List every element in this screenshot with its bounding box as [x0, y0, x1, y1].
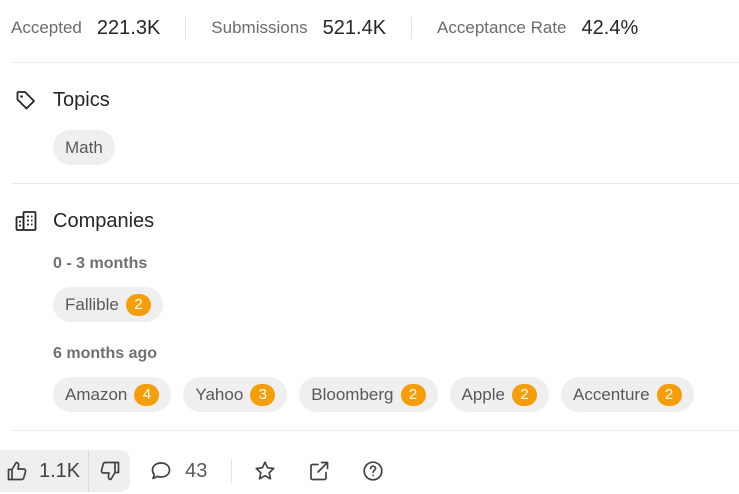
companies-header[interactable]: Companies — [14, 209, 154, 233]
comment-count: 43 — [185, 459, 208, 482]
company-count-badge: 2 — [511, 383, 537, 406]
company-count-badge: 2 — [400, 383, 426, 406]
company-name: Yahoo — [195, 384, 244, 404]
divider — [11, 62, 739, 63]
company-name: Accenture — [572, 384, 650, 404]
company-tag-apple[interactable]: Apple 2 — [449, 377, 549, 412]
company-count-badge: 3 — [250, 383, 276, 406]
divider — [11, 183, 739, 184]
star-icon — [255, 461, 275, 480]
help-button[interactable] — [361, 459, 385, 483]
accepted-stat: Accepted 221.3K — [11, 17, 160, 40]
vote-group: 1.1K — [0, 450, 131, 492]
topic-tag-math[interactable]: Math — [53, 130, 115, 165]
comments-button[interactable]: 43 — [149, 459, 207, 483]
stat-separator — [185, 17, 187, 39]
comment-icon — [151, 462, 171, 480]
share-icon — [310, 461, 329, 481]
footer-separator — [231, 459, 233, 483]
company-tag-fallible[interactable]: Fallible 2 — [53, 287, 163, 322]
thumbs-up-icon — [7, 461, 27, 481]
dislike-button[interactable] — [89, 450, 130, 492]
period-label: 0 - 3 months — [53, 255, 148, 272]
favorite-button[interactable] — [253, 459, 277, 483]
submissions-value: 521.4K — [322, 16, 387, 39]
building-icon — [15, 211, 37, 231]
company-name: Amazon — [65, 384, 128, 404]
stat-separator — [411, 17, 413, 39]
company-name: Bloomberg — [311, 384, 394, 404]
company-tag-bloomberg[interactable]: Bloomberg 2 — [299, 377, 438, 412]
accepted-value: 221.3K — [96, 16, 161, 39]
company-tag-yahoo[interactable]: Yahoo 3 — [183, 377, 288, 412]
company-count-badge: 2 — [125, 293, 151, 316]
acceptance-rate-stat: Acceptance Rate 42.4% — [437, 17, 638, 40]
company-tag-amazon[interactable]: Amazon 4 — [53, 377, 172, 412]
company-name: Fallible — [65, 294, 119, 314]
acceptance-rate-label: Acceptance Rate — [437, 18, 567, 37]
tag-icon — [16, 91, 35, 110]
company-tag-accenture[interactable]: Accenture 2 — [560, 377, 694, 412]
period-label: 6 months ago — [53, 345, 158, 362]
divider — [11, 430, 739, 431]
companies-title: Companies — [53, 209, 155, 232]
company-name: Apple — [461, 384, 505, 404]
problem-actions-bar: 1.1K 43 — [0, 450, 385, 492]
submissions-label: Submissions — [211, 18, 308, 37]
company-count-badge: 4 — [134, 383, 160, 406]
acceptance-rate-value: 42.4% — [581, 16, 639, 39]
submission-stats: Accepted 221.3K Submissions 521.4K Accep… — [11, 12, 638, 44]
like-button[interactable]: 1.1K — [0, 450, 88, 492]
accepted-label: Accepted — [11, 18, 82, 37]
submissions-stat: Submissions 521.4K — [211, 17, 386, 40]
help-icon — [363, 461, 384, 481]
like-count: 1.1K — [39, 459, 81, 482]
topics-header[interactable]: Topics — [14, 88, 110, 112]
topic-tags: Math — [53, 130, 115, 165]
share-button[interactable] — [307, 459, 331, 483]
company-count-badge: 2 — [656, 383, 682, 406]
thumbs-down-icon — [100, 461, 120, 481]
topics-title: Topics — [53, 88, 110, 111]
company-tags-recent: Fallible 2 — [53, 287, 163, 322]
company-tags-older: Amazon 4 Yahoo 3 Bloomberg 2 Apple 2 Acc… — [53, 377, 694, 412]
topic-tag-label: Math — [65, 137, 103, 157]
